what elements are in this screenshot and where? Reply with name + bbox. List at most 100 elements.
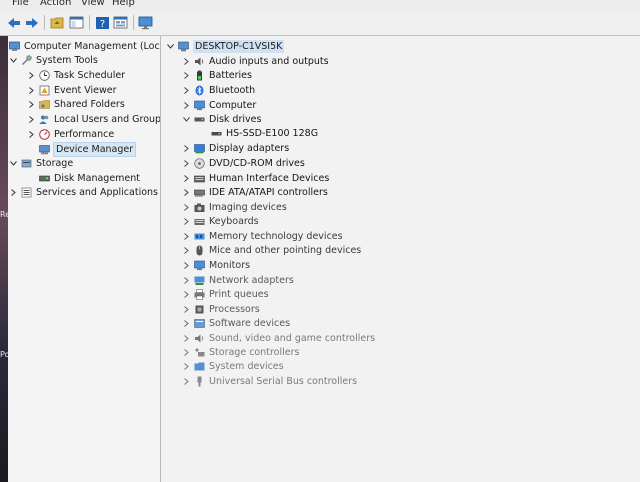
processor-icon (194, 304, 205, 315)
tree-item-computer-management[interactable]: Computer Management (Local (8, 39, 160, 53)
disk-drive-icon (194, 114, 205, 125)
chevron-right-icon[interactable] (181, 316, 191, 330)
device-category-mice[interactable]: Mice and other pointing devices (181, 243, 361, 257)
device-category-label: IDE ATA/ATAPI controllers (209, 186, 328, 198)
tree-label: Event Viewer (54, 84, 117, 96)
chevron-right-icon[interactable] (181, 243, 191, 257)
chevron-right-icon[interactable] (26, 97, 36, 111)
chevron-right-icon[interactable] (181, 171, 191, 185)
device-category-batteries[interactable]: Batteries (181, 68, 252, 82)
menu-bar: File Action View Help (0, 0, 640, 10)
system-devices-icon (194, 361, 205, 372)
battery-icon (194, 70, 205, 81)
chevron-right-icon[interactable] (181, 200, 191, 214)
device-category-dvd-cdrom[interactable]: DVD/CD-ROM drives (181, 156, 305, 170)
chevron-right-icon[interactable] (26, 83, 36, 97)
device-category-network-adapters[interactable]: Network adapters (181, 273, 294, 287)
device-category-system-devices[interactable]: System devices (181, 359, 284, 373)
chevron-right-icon[interactable] (181, 273, 191, 287)
device-category-usb-controllers[interactable]: Universal Serial Bus controllers (181, 374, 357, 388)
chevron-down-icon[interactable] (165, 39, 175, 53)
chevron-down-icon[interactable] (8, 156, 18, 170)
monitor-icon[interactable] (138, 15, 153, 30)
ide-controller-icon (194, 187, 205, 198)
menu-view[interactable]: View (81, 0, 105, 8)
device-tree-root[interactable]: DESKTOP-C1VSI5K (165, 39, 285, 53)
chevron-right-icon[interactable] (181, 302, 191, 316)
chevron-right-icon[interactable] (26, 127, 36, 141)
storage-icon (21, 158, 32, 169)
tools-icon (21, 54, 32, 66)
tree-item-local-users-groups[interactable]: Local Users and Groups (26, 112, 160, 126)
chevron-down-icon[interactable] (181, 112, 191, 126)
chevron-down-icon[interactable] (8, 53, 18, 67)
device-category-storage-controllers[interactable]: Storage controllers (181, 345, 299, 359)
chevron-right-icon[interactable] (181, 258, 191, 272)
device-category-software-devices[interactable]: Software devices (181, 316, 290, 330)
chevron-right-icon[interactable] (181, 156, 191, 170)
device-category-processors[interactable]: Processors (181, 302, 260, 316)
device-category-monitors[interactable]: Monitors (181, 258, 250, 272)
device-category-bluetooth[interactable]: Bluetooth (181, 83, 255, 97)
tree-item-device-manager[interactable]: Device Manager (26, 141, 137, 157)
tree-label: Task Scheduler (54, 69, 126, 81)
chevron-right-icon[interactable] (181, 214, 191, 228)
chevron-right-icon[interactable] (181, 331, 191, 345)
disk-management-icon (39, 173, 50, 184)
tree-item-event-viewer[interactable]: Event Viewer (26, 83, 117, 97)
chevron-right-icon[interactable] (181, 229, 191, 243)
device-category-computer[interactable]: Computer (181, 98, 256, 112)
tree-item-disk-management[interactable]: Disk Management (26, 171, 140, 185)
chevron-right-icon[interactable] (181, 98, 191, 112)
tree-item-system-tools[interactable]: System Tools (8, 53, 98, 67)
tree-label: Services and Applications (36, 186, 159, 198)
chevron-right-icon[interactable] (181, 374, 191, 388)
device-label: HS-SSD-E100 128G (226, 127, 319, 139)
mouse-icon (194, 245, 205, 256)
speaker-icon (194, 56, 205, 67)
tree-label: Disk Management (54, 172, 141, 184)
device-category-audio[interactable]: Audio inputs and outputs (181, 54, 329, 68)
device-category-ide-ata[interactable]: IDE ATA/ATAPI controllers (181, 185, 328, 199)
menu-file[interactable]: File (12, 0, 29, 8)
show-console-tree-icon[interactable] (69, 15, 84, 30)
device-ssd-hs-e100[interactable]: HS-SSD-E100 128G (211, 126, 318, 140)
device-category-sound-video-game[interactable]: Sound, video and game controllers (181, 331, 375, 345)
forward-arrow-icon[interactable] (24, 15, 39, 30)
chevron-right-icon[interactable] (26, 68, 36, 82)
menu-help[interactable]: Help (112, 0, 135, 8)
chevron-right-icon[interactable] (181, 359, 191, 373)
chevron-right-icon[interactable] (181, 185, 191, 199)
camera-icon (194, 202, 205, 213)
device-category-memory-technology[interactable]: Memory technology devices (181, 229, 343, 243)
device-category-display-adapters[interactable]: Display adapters (181, 141, 289, 155)
device-category-label: Batteries (209, 69, 252, 81)
device-category-print-queues[interactable]: Print queues (181, 287, 269, 301)
properties-icon[interactable] (113, 15, 128, 30)
chevron-right-icon[interactable] (181, 68, 191, 82)
back-arrow-icon[interactable] (6, 15, 21, 30)
chevron-right-icon[interactable] (181, 287, 191, 301)
device-category-imaging[interactable]: Imaging devices (181, 200, 287, 214)
device-category-label: Computer (209, 99, 257, 111)
chevron-right-icon[interactable] (181, 83, 191, 97)
menu-action[interactable]: Action (40, 0, 71, 8)
chevron-right-icon[interactable] (181, 141, 191, 155)
computer-name: DESKTOP-C1VSI5K (193, 39, 285, 53)
chevron-right-icon[interactable] (8, 185, 18, 199)
device-category-label: Universal Serial Bus controllers (209, 375, 358, 387)
tree-item-task-scheduler[interactable]: Task Scheduler (26, 68, 125, 82)
tree-item-shared-folders[interactable]: Shared Folders (26, 97, 125, 111)
chevron-right-icon[interactable] (181, 54, 191, 68)
tree-item-services-applications[interactable]: Services and Applications (8, 185, 158, 199)
tree-item-storage[interactable]: Storage (8, 156, 73, 170)
device-category-keyboards[interactable]: Keyboards (181, 214, 259, 228)
help-icon[interactable]: ? (95, 15, 110, 30)
chevron-right-icon[interactable] (181, 345, 191, 359)
device-category-disk-drives[interactable]: Disk drives (181, 112, 261, 126)
tree-item-performance[interactable]: Performance (26, 127, 114, 141)
memory-icon (194, 231, 205, 242)
up-folder-icon[interactable] (50, 15, 65, 30)
device-category-hid[interactable]: Human Interface Devices (181, 171, 329, 185)
chevron-right-icon[interactable] (26, 112, 36, 126)
